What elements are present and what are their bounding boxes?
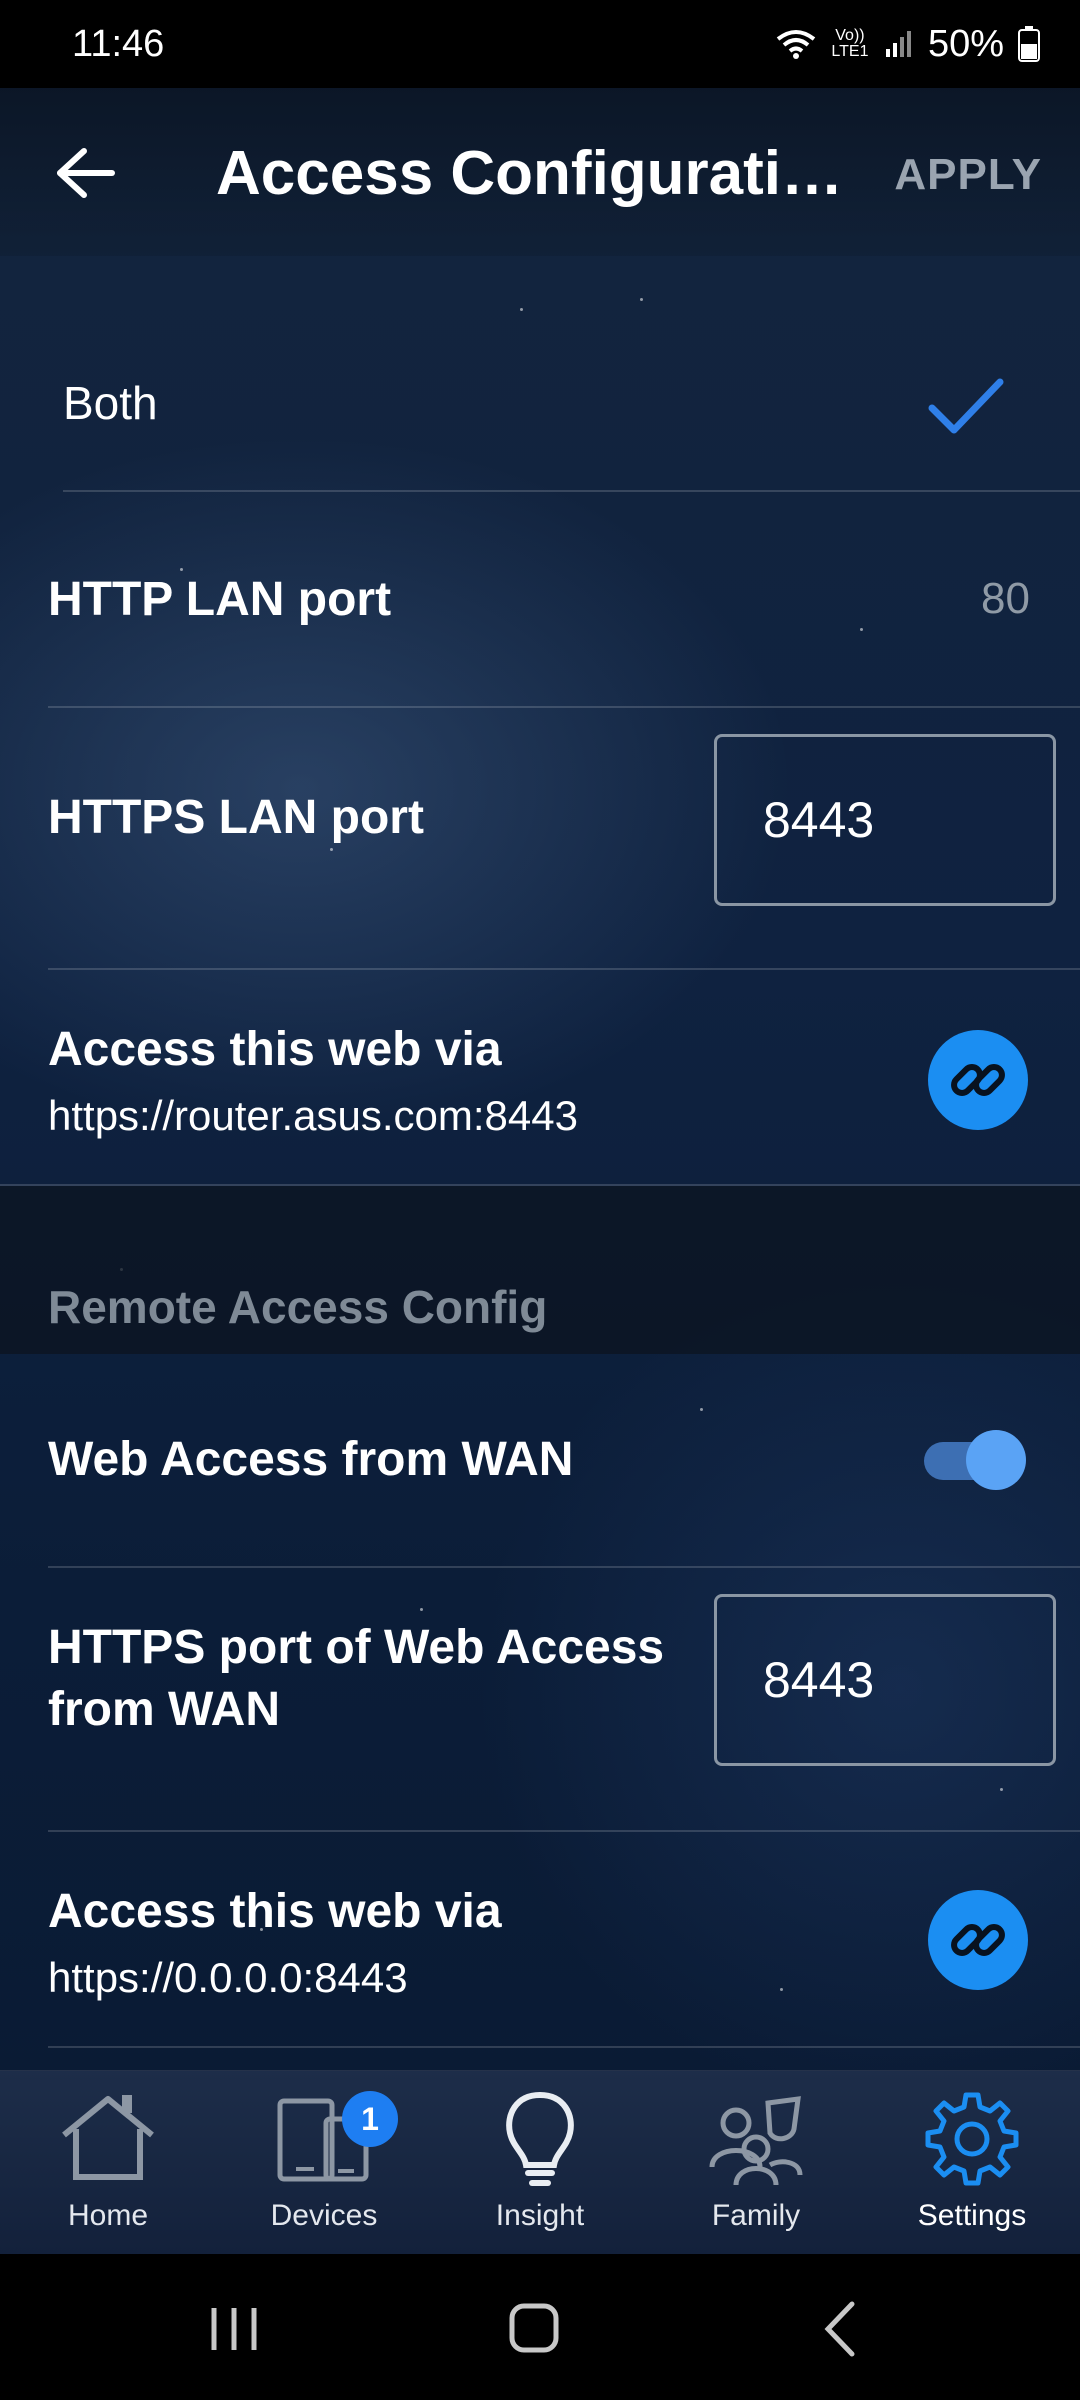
- nav-insight[interactable]: Insight: [432, 2071, 648, 2255]
- nav-settings-label: Settings: [917, 2199, 1027, 2232]
- https-lan-port-label: HTTPS LAN port: [48, 791, 424, 844]
- wan-access-row: Web Access from WAN: [0, 1356, 1080, 1566]
- wan-access-url-row: Access this web via https://0.0.0.0:8443: [0, 1832, 1080, 2046]
- http-lan-port-row: HTTP LAN port 80: [0, 492, 1080, 706]
- recent-apps-icon[interactable]: [194, 2294, 274, 2364]
- divider: [48, 2046, 1080, 2048]
- https-lan-port-input[interactable]: 8443: [714, 734, 1056, 906]
- https-wan-port-label-line1: HTTPS port of Web Access: [48, 1621, 665, 1674]
- lightbulb-icon: [506, 2091, 574, 2186]
- bottom-navigation: Home 1 Devices Insight Family Settings: [0, 2070, 1080, 2254]
- nav-insight-label: Insight: [495, 2199, 585, 2232]
- lan-open-link-button[interactable]: [928, 1030, 1028, 1130]
- option-both-row[interactable]: Both: [0, 300, 1080, 490]
- wan-access-via-label: Access this web via: [48, 1885, 502, 1938]
- apply-button[interactable]: APPLY: [894, 150, 1042, 200]
- status-time: 11:46: [72, 22, 165, 65]
- status-icons: Vo)) LTE1 50%: [776, 23, 1040, 66]
- link-icon: [951, 1924, 1005, 1956]
- link-icon: [951, 1064, 1005, 1096]
- wan-open-link-button[interactable]: [928, 1890, 1028, 1990]
- nav-home[interactable]: Home: [0, 2071, 216, 2255]
- status-bar: 11:46 Vo)) LTE1 50%: [0, 0, 1080, 88]
- lan-access-via-label: Access this web via: [48, 1023, 502, 1076]
- back-nav-icon[interactable]: [800, 2294, 880, 2364]
- nav-devices[interactable]: 1 Devices: [216, 2071, 432, 2255]
- nav-devices-label: Devices: [270, 2199, 378, 2232]
- signal-icon: [885, 31, 911, 57]
- home-nav-icon[interactable]: [494, 2294, 574, 2364]
- devices-badge: 1: [342, 2091, 398, 2147]
- nav-family[interactable]: Family: [648, 2071, 864, 2255]
- wan-access-label: Web Access from WAN: [48, 1433, 574, 1486]
- nav-home-label: Home: [67, 2199, 149, 2232]
- checkmark-icon: [928, 378, 1004, 434]
- gear-icon: [925, 2092, 1019, 2186]
- app-header: Access Configurati… APPLY: [0, 88, 1080, 256]
- toggle-knob: [966, 1430, 1026, 1490]
- home-icon: [62, 2095, 154, 2180]
- battery-percent: 50%: [927, 22, 1004, 65]
- option-both-label: Both: [63, 377, 158, 429]
- wan-access-toggle[interactable]: [924, 1430, 1026, 1490]
- wan-access-url: https://0.0.0.0:8443: [48, 1954, 408, 2001]
- lan-access-url: https://router.asus.com:8443: [48, 1092, 578, 1139]
- system-navigation-bar: [0, 2254, 1080, 2400]
- page-title: Access Configurati…: [216, 139, 844, 208]
- http-lan-port-value: 80: [981, 574, 1030, 623]
- http-lan-port-label: HTTP LAN port: [48, 573, 392, 626]
- battery-icon: [1018, 26, 1040, 62]
- https-wan-port-label-line2: from WAN: [48, 1683, 280, 1736]
- remote-access-section-title: Remote Access Config: [48, 1281, 548, 1333]
- volte-label: Vo)) LTE1: [831, 27, 869, 60]
- family-icon: [709, 2096, 803, 2186]
- nav-family-label: Family: [711, 2199, 801, 2232]
- https-wan-port-input[interactable]: 8443: [714, 1594, 1056, 1766]
- back-arrow-icon[interactable]: [50, 143, 120, 203]
- wifi-icon: [776, 30, 816, 59]
- lan-access-url-row: Access this web via https://router.asus.…: [0, 970, 1080, 1184]
- nav-settings[interactable]: Settings: [864, 2071, 1080, 2255]
